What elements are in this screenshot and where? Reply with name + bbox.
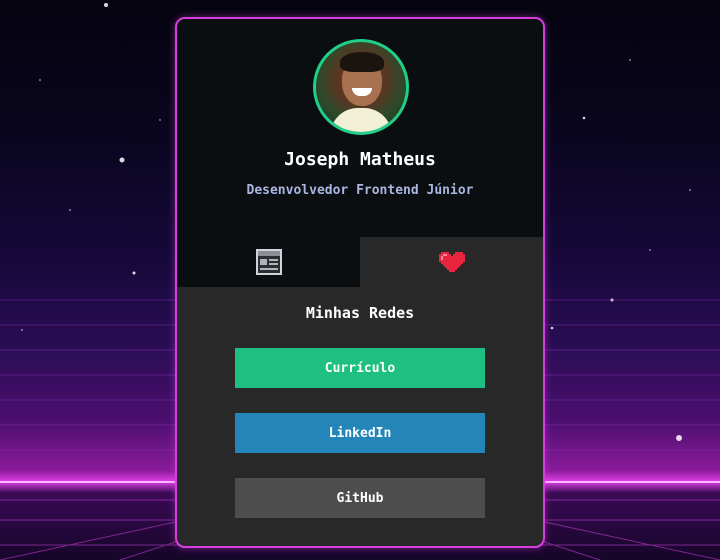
linkedin-button[interactable]: LinkedIn [235, 413, 485, 453]
profile-card: Joseph Matheus Desenvolvedor Frontend Jú… [175, 17, 545, 548]
tab-social[interactable] [360, 237, 543, 287]
profile-name: Joseph Matheus [284, 149, 436, 170]
profile-header: Joseph Matheus Desenvolvedor Frontend Jú… [177, 19, 543, 237]
pixel-heart-icon [438, 252, 465, 272]
section-title: Minhas Redes [305, 304, 415, 322]
github-button[interactable]: GitHub [235, 478, 485, 518]
tab-projects[interactable] [177, 237, 360, 287]
profile-role: Desenvolvedor Frontend Júnior [246, 183, 474, 198]
avatar [313, 39, 409, 135]
tab-bar [177, 237, 543, 287]
curriculum-button[interactable]: Currículo [235, 348, 485, 388]
browser-window-icon [255, 249, 282, 275]
